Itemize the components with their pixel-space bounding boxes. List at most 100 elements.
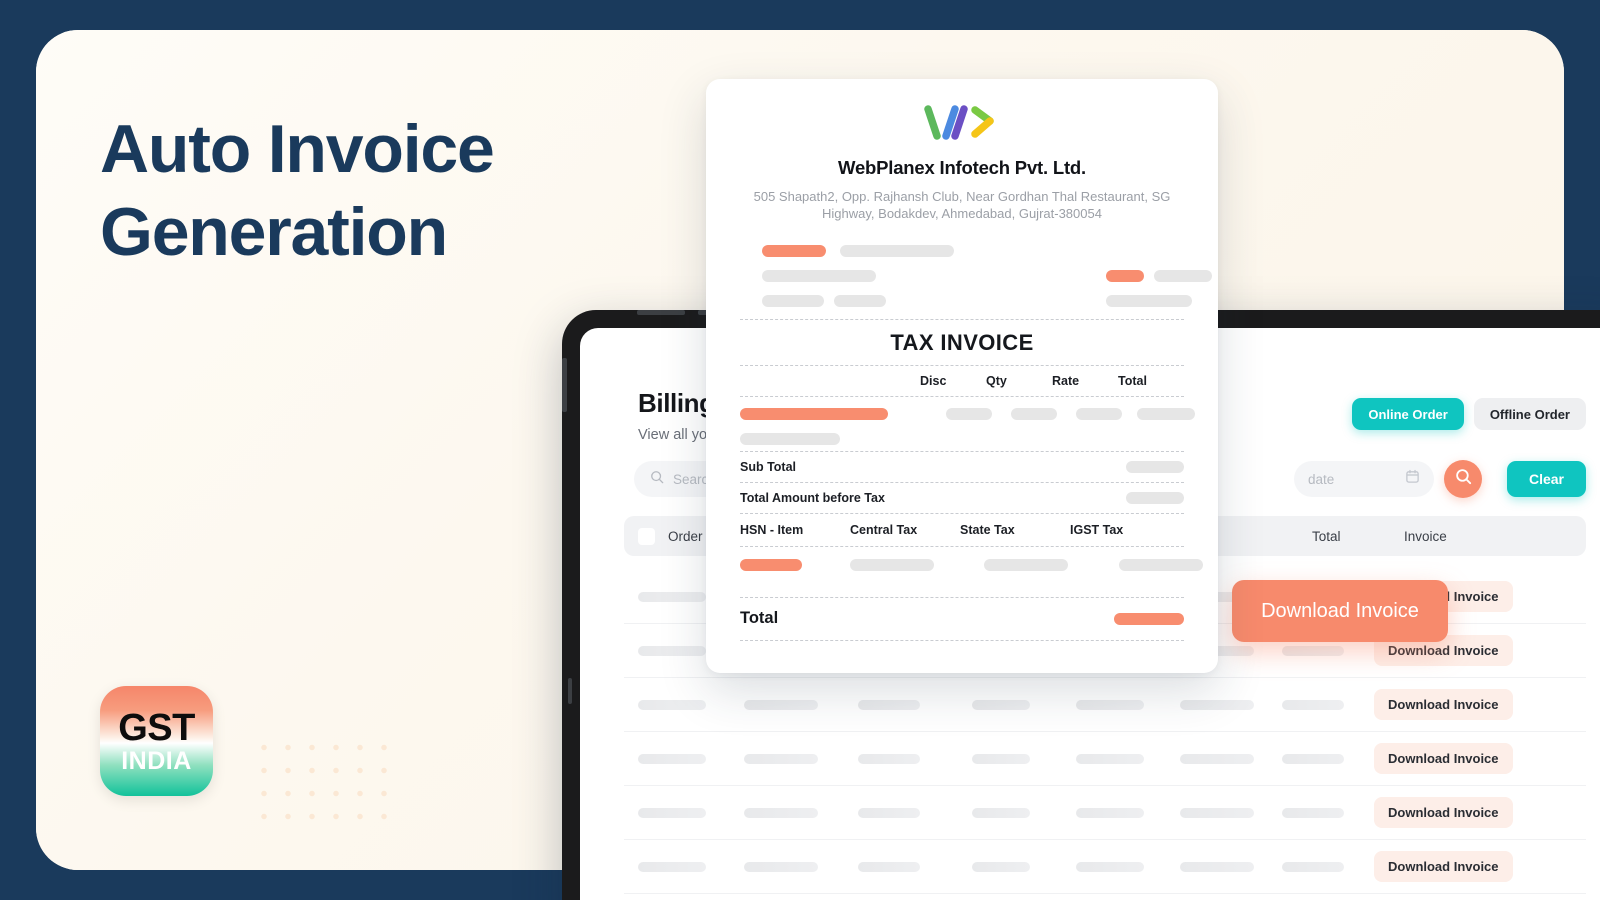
table-row[interactable]: Download Invoice xyxy=(624,732,1586,786)
table-cell xyxy=(1180,807,1282,818)
table-cell xyxy=(972,753,1076,764)
cell-value-skeleton xyxy=(1076,861,1144,872)
cell-value-skeleton xyxy=(858,699,920,710)
dot-grid-decoration xyxy=(252,736,392,836)
cell-value-skeleton xyxy=(638,699,706,710)
invoice-meta-skeleton xyxy=(740,244,1212,319)
cell-value-skeleton xyxy=(858,753,920,764)
cell-value-skeleton xyxy=(972,861,1030,872)
download-invoice-button[interactable]: Download Invoice xyxy=(1374,688,1513,720)
table-cell xyxy=(972,861,1076,872)
invoice-grand-total-row: Total xyxy=(740,598,1184,640)
invoice-col-total: Total xyxy=(1118,373,1147,388)
download-invoice-button[interactable]: Download Invoice xyxy=(1374,796,1513,828)
download-invoice-button[interactable]: Download Invoice xyxy=(1374,850,1513,882)
table-row[interactable]: Download Invoice xyxy=(624,840,1586,894)
cell-value-skeleton xyxy=(1180,699,1254,710)
column-header-invoice: Invoice xyxy=(1404,528,1447,544)
table-cell-action: Download Invoice xyxy=(1374,688,1586,720)
table-cell xyxy=(1076,861,1180,872)
online-order-button[interactable]: Online Order xyxy=(1352,398,1464,430)
cell-value-skeleton xyxy=(858,861,920,872)
search-submit-button[interactable] xyxy=(1444,460,1482,498)
offline-order-button[interactable]: Offline Order xyxy=(1473,398,1586,430)
date-placeholder: date xyxy=(1308,471,1335,487)
table-cell xyxy=(638,753,744,764)
table-cell xyxy=(858,753,972,764)
cell-value-skeleton xyxy=(1282,753,1344,764)
invoice-grand-total-value-skeleton xyxy=(1114,612,1184,625)
table-cell xyxy=(972,807,1076,818)
cell-value-skeleton xyxy=(744,753,818,764)
cell-value-skeleton xyxy=(1180,753,1254,764)
cell-value-skeleton xyxy=(1282,699,1344,710)
invoice-col-igst-tax: IGST Tax xyxy=(1070,522,1124,537)
table-cell xyxy=(744,699,858,710)
download-invoice-button[interactable]: Download Invoice xyxy=(1374,742,1513,774)
cell-value-skeleton xyxy=(1076,807,1144,818)
table-cell-action: Download Invoice xyxy=(1374,742,1586,774)
table-cell xyxy=(1180,861,1282,872)
invoice-total-before-tax-row: Total Amount before Tax xyxy=(740,483,1184,513)
cell-value-skeleton xyxy=(972,807,1030,818)
cell-value-skeleton xyxy=(858,807,920,818)
tablet-side-button xyxy=(562,358,567,412)
table-cell xyxy=(638,699,744,710)
invoice-col-central-tax: Central Tax xyxy=(850,522,918,537)
table-row[interactable]: Download Invoice xyxy=(624,678,1586,732)
table-cell xyxy=(744,753,858,764)
tablet-top-button-1 xyxy=(637,310,685,315)
search-icon xyxy=(1455,468,1472,490)
clear-button[interactable]: Clear xyxy=(1506,461,1586,497)
headline-line-1: Auto Invoice xyxy=(100,111,495,187)
table-cell xyxy=(1076,753,1180,764)
table-row[interactable]: Download Invoice xyxy=(624,894,1586,900)
invoice-grand-total-label: Total xyxy=(740,609,779,628)
page-title: Auto Invoice Generation xyxy=(100,108,495,274)
invoice-line-item-skeleton xyxy=(740,397,1195,451)
select-all-checkbox[interactable] xyxy=(638,527,668,545)
invoice-preview-card: WebPlanex Infotech Pvt. Ltd. 505 Shapath… xyxy=(706,79,1218,673)
webplanex-logo xyxy=(740,79,1184,145)
search-icon xyxy=(650,470,664,489)
table-cell xyxy=(1282,699,1374,710)
cell-value-skeleton xyxy=(1076,699,1144,710)
invoice-tax-columns: HSN - Item Central Tax State Tax IGST Ta… xyxy=(740,514,1184,546)
order-type-toggle: Online Order Offline Order xyxy=(1352,398,1586,430)
cell-value-skeleton xyxy=(638,591,706,602)
table-cell-action: Download Invoice xyxy=(1374,634,1586,666)
invoice-col-qty: Qty xyxy=(986,373,1007,388)
cell-value-skeleton xyxy=(1076,753,1144,764)
invoice-total-before-tax-value-skeleton xyxy=(1126,491,1184,504)
invoice-company-name: WebPlanex Infotech Pvt. Ltd. xyxy=(838,157,1086,178)
table-cell-action: Download Invoice xyxy=(1374,850,1586,882)
date-input[interactable]: date xyxy=(1294,461,1434,497)
table-cell xyxy=(1076,699,1180,710)
table-cell xyxy=(744,861,858,872)
cell-value-skeleton xyxy=(1282,645,1344,656)
invoice-subtotal-row: Sub Total xyxy=(740,452,1184,482)
table-cell xyxy=(1180,699,1282,710)
table-cell xyxy=(744,807,858,818)
gst-badge-bottom-label: INDIA xyxy=(121,746,192,775)
table-cell xyxy=(858,861,972,872)
cell-value-skeleton xyxy=(744,861,818,872)
table-cell xyxy=(1282,861,1374,872)
invoice-col-rate: Rate xyxy=(1052,373,1080,388)
table-cell xyxy=(1076,807,1180,818)
table-cell xyxy=(1180,753,1282,764)
download-invoice-hero-button[interactable]: Download Invoice xyxy=(1232,580,1448,642)
cell-value-skeleton xyxy=(638,753,706,764)
table-cell xyxy=(972,699,1076,710)
cell-value-skeleton xyxy=(1180,861,1254,872)
gst-india-badge: GST INDIA xyxy=(100,686,213,796)
calendar-icon xyxy=(1405,469,1420,489)
cell-value-skeleton xyxy=(1282,861,1344,872)
poster-canvas: Auto Invoice Generation GST INDIA Billin… xyxy=(0,0,1600,900)
invoice-company-address: 505 Shapath2, Opp. Rajhansh Club, Near G… xyxy=(753,189,1171,222)
cell-value-skeleton xyxy=(638,807,706,818)
table-row[interactable]: Download Invoice xyxy=(624,786,1586,840)
headline-line-2: Generation xyxy=(100,193,448,270)
table-cell xyxy=(858,699,972,710)
table-cell xyxy=(858,807,972,818)
